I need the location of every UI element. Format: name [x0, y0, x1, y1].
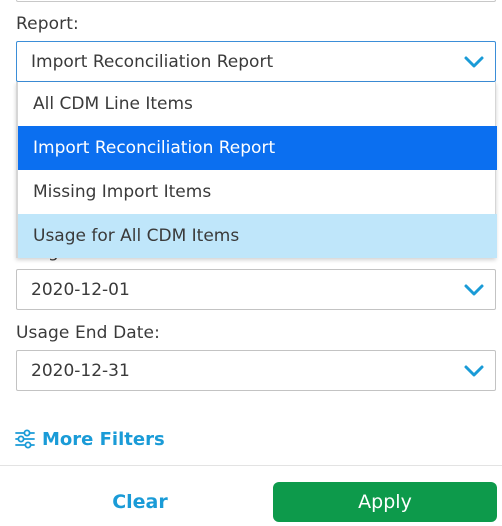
sliders-icon — [15, 429, 35, 449]
usage-start-value: 2020-12-01 — [31, 280, 130, 300]
chevron-down-icon — [464, 56, 484, 68]
report-option[interactable]: Missing Import Items — [17, 170, 497, 214]
chevron-down-icon — [464, 284, 484, 296]
divider — [0, 465, 502, 466]
apply-button[interactable]: Apply — [273, 482, 497, 522]
usage-start-select[interactable]: 2020-12-01 — [16, 269, 496, 310]
more-filters-link[interactable]: More Filters — [14, 426, 165, 452]
report-filter-panel: Report: Import Reconciliation Report All… — [0, 0, 502, 526]
clear-button[interactable]: Clear — [16, 482, 264, 522]
report-option[interactable]: All CDM Line Items — [17, 82, 497, 126]
usage-end-select[interactable]: 2020-12-31 — [16, 350, 496, 391]
more-filters-label: More Filters — [42, 428, 165, 450]
report-label: Report: — [16, 14, 79, 34]
report-options-list: All CDM Line Items Import Reconciliation… — [16, 82, 497, 258]
usage-end-label: Usage End Date: — [16, 323, 160, 343]
report-option-selected[interactable]: Import Reconciliation Report — [17, 126, 497, 170]
report-select[interactable]: Import Reconciliation Report — [16, 41, 496, 82]
chevron-down-icon — [464, 365, 484, 377]
report-select-value: Import Reconciliation Report — [31, 52, 274, 72]
previous-field-edge — [16, 0, 496, 2]
report-option-hovered[interactable]: Usage for All CDM Items — [17, 214, 497, 258]
usage-end-value: 2020-12-31 — [31, 361, 130, 381]
